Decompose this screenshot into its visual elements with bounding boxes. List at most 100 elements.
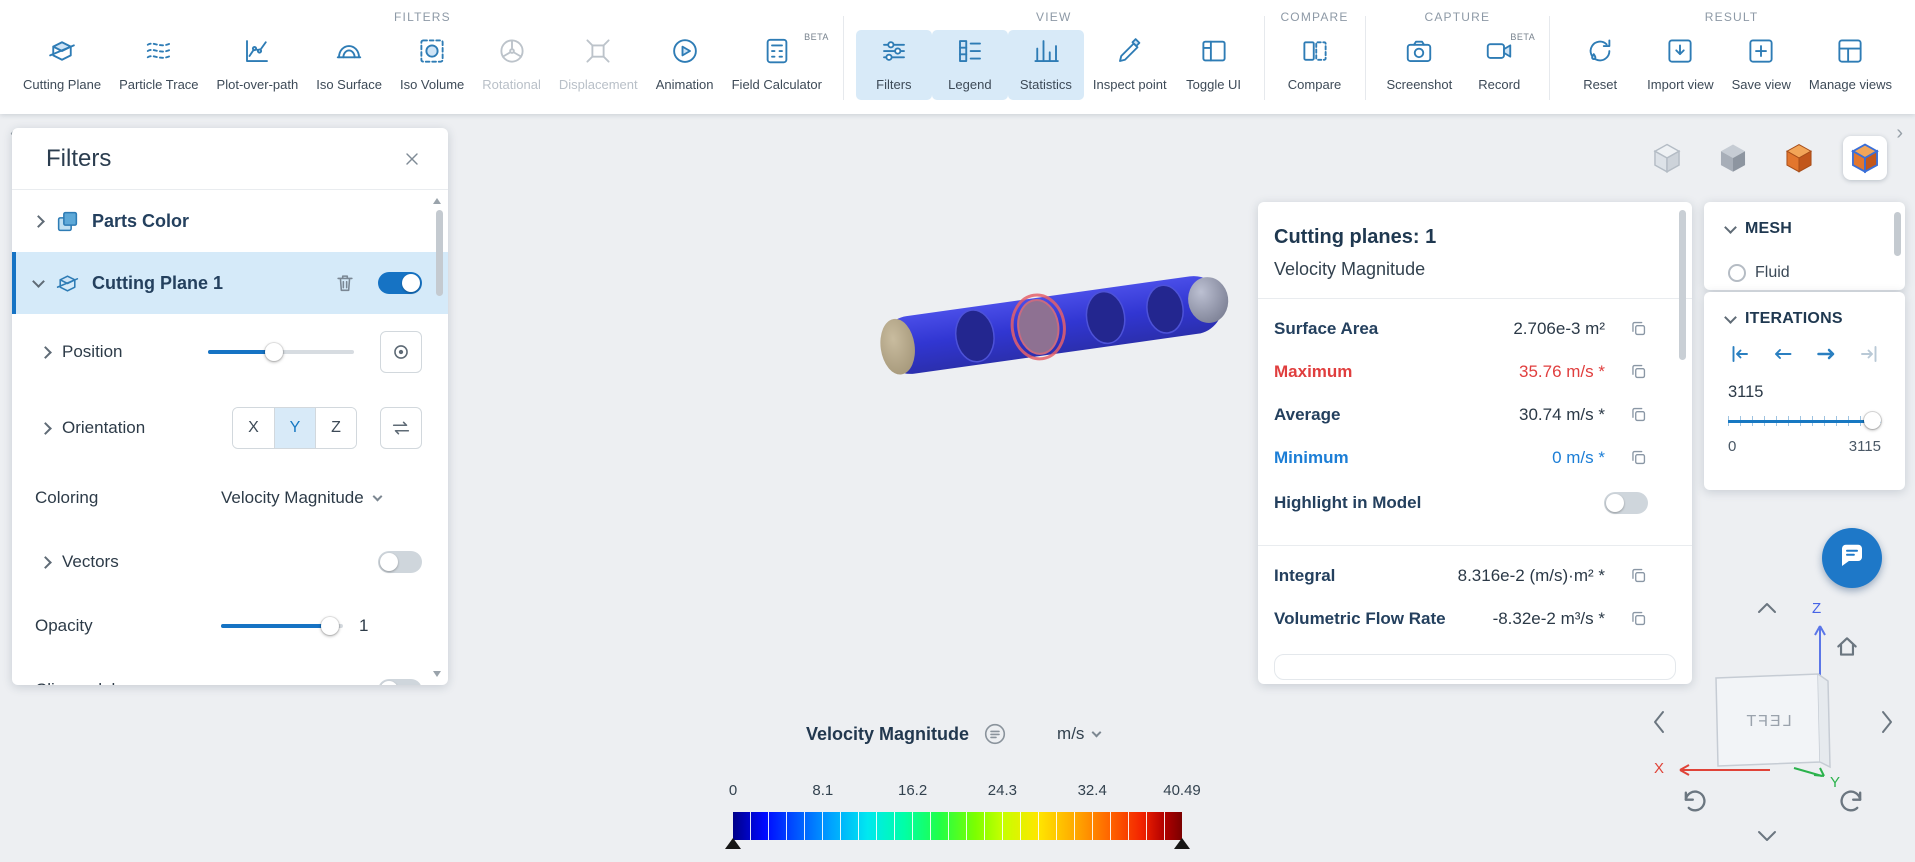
legend-menu-icon[interactable]: [983, 722, 1007, 746]
cutting-plane-toggle[interactable]: [378, 272, 422, 294]
toolbar-item-compare[interactable]: Compare: [1277, 30, 1353, 100]
coloring-dropdown[interactable]: Velocity Magnitude: [221, 488, 393, 508]
stat-value: -8.32e-2 m³/s *: [1492, 608, 1605, 628]
mesh-item-label: Fluid: [1755, 264, 1790, 281]
slider-thumb[interactable]: [264, 343, 283, 361]
toolbar-group-view: VIEW Filters Legend Statistics Inspect p…: [855, 0, 1252, 114]
plot-over-path-icon: [242, 36, 272, 71]
last-iteration-icon[interactable]: [1857, 342, 1881, 371]
trash-icon[interactable]: [334, 272, 356, 294]
rotate-cw-icon[interactable]: [1838, 788, 1866, 816]
scroll-down-icon[interactable]: [433, 671, 441, 677]
iterations-header[interactable]: ITERATIONS: [1704, 292, 1905, 328]
scrollbar-thumb[interactable]: [436, 210, 443, 296]
filters-icon: [879, 36, 909, 71]
toolbar-item-import-view[interactable]: Import view: [1638, 30, 1722, 100]
chat-button[interactable]: [1822, 528, 1882, 588]
next-iteration-icon[interactable]: [1814, 342, 1838, 371]
statistics-panel: Cutting planes: 1 Velocity Magnitude Sur…: [1258, 202, 1692, 684]
highlight-in-model-toggle[interactable]: [1604, 492, 1648, 514]
mesh-item-fluid[interactable]: Fluid: [1704, 264, 1905, 282]
toolbar-item-legend[interactable]: Legend: [931, 30, 1008, 100]
position-slider[interactable]: [208, 343, 354, 361]
position-center-button[interactable]: [380, 331, 422, 373]
orientation-x-button[interactable]: X: [233, 408, 274, 448]
toolbar-item-inspect-point[interactable]: Inspect point: [1084, 30, 1176, 100]
inspect-point-icon: [1115, 36, 1145, 71]
opacity-slider[interactable]: [221, 617, 343, 635]
clip-model-toggle[interactable]: [378, 679, 422, 685]
iteration-slider[interactable]: [1728, 412, 1881, 430]
toolbar-item-toggle-ui[interactable]: Toggle UI: [1176, 30, 1252, 100]
row-opacity: Opacity 1: [12, 594, 448, 658]
toolbar-item-field-calculator[interactable]: BETA Field Calculator: [723, 30, 831, 100]
toolbar-item-save-view[interactable]: Save view: [1723, 30, 1800, 100]
copy-icon[interactable]: [1629, 448, 1648, 467]
rotate-up-icon[interactable]: [1754, 598, 1780, 618]
rotate-left-icon[interactable]: [1650, 708, 1670, 736]
rotate-down-icon[interactable]: [1754, 826, 1780, 846]
mesh-view-icon[interactable]: [1777, 136, 1821, 180]
toolbar-item-manage-views[interactable]: Manage views: [1800, 30, 1901, 100]
toolbar-item-cutting-plane[interactable]: Cutting Plane: [14, 30, 110, 100]
cutting-plane-3d-model[interactable]: [866, 270, 1238, 378]
toolbar-group-label: FILTERS: [394, 10, 451, 24]
row-coloring: Coloring Velocity Magnitude: [12, 466, 448, 530]
copy-icon[interactable]: [1629, 362, 1648, 381]
row-parts-color[interactable]: Parts Color: [12, 190, 448, 252]
rotate-right-icon[interactable]: [1876, 708, 1896, 736]
collapse-right-icon[interactable]: ›: [1896, 122, 1903, 145]
stat-value: 2.706e-3 m²: [1513, 318, 1605, 338]
toolbar-item-filters[interactable]: Filters: [855, 30, 932, 100]
toolbar-item-screenshot[interactable]: Screenshot: [1377, 30, 1461, 100]
row-cutting-plane-1[interactable]: Cutting Plane 1: [12, 252, 448, 314]
toolbar-item-reset[interactable]: Reset: [1562, 30, 1638, 100]
mesh-header[interactable]: MESH: [1704, 202, 1905, 238]
rotate-ccw-icon[interactable]: [1680, 788, 1708, 816]
orientation-z-button[interactable]: Z: [315, 408, 356, 448]
cutting-plane-icon: [55, 271, 80, 296]
toolbar-item-iso-volume[interactable]: Iso Volume: [391, 30, 473, 100]
transparent-view-icon[interactable]: [1645, 136, 1689, 180]
color-scale-bar[interactable]: [733, 812, 1182, 840]
toolbar-item-record[interactable]: BETA Record: [1461, 30, 1537, 100]
toolbar-item-plot-over-path[interactable]: Plot-over-path: [208, 30, 308, 100]
mesh-edges-view-icon[interactable]: [1843, 136, 1887, 180]
toggle-ui-icon: [1199, 36, 1229, 71]
vectors-toggle[interactable]: [378, 551, 422, 573]
toggle-knob: [1606, 494, 1624, 512]
solid-view-icon[interactable]: [1711, 136, 1755, 180]
flip-orientation-button[interactable]: [380, 407, 422, 449]
toolbar-item-iso-surface[interactable]: Iso Surface: [307, 30, 391, 100]
copy-icon[interactable]: [1629, 566, 1648, 585]
mesh-panel: MESH Fluid: [1704, 202, 1905, 290]
first-iteration-icon[interactable]: [1728, 342, 1752, 371]
toolbar-item-statistics[interactable]: Statistics: [1007, 30, 1084, 100]
toolbar-item-animation[interactable]: Animation: [647, 30, 723, 100]
copy-icon[interactable]: [1629, 319, 1648, 338]
range-max-handle[interactable]: [1174, 838, 1190, 849]
slider-thumb[interactable]: [1864, 412, 1881, 429]
toolbar-separator: [1549, 16, 1551, 100]
previous-iteration-icon[interactable]: [1771, 342, 1795, 371]
orientation-y-button[interactable]: Y: [274, 408, 315, 448]
stat-label: Minimum: [1274, 447, 1349, 467]
home-icon[interactable]: [1834, 634, 1860, 660]
scrollbar-thumb[interactable]: [1894, 212, 1901, 256]
stat-row-volumetric-flow-rate: Volumetric Flow Rate -8.32e-2 m³/s *: [1258, 597, 1692, 640]
x-axis-label: X: [1654, 760, 1665, 777]
animation-icon: [670, 36, 700, 71]
legend-unit-dropdown[interactable]: m/s: [1057, 724, 1102, 744]
iso-surface-icon: [334, 36, 364, 71]
toolbar-group-filters: FILTERS Cutting Plane Particle Trace Plo…: [14, 0, 831, 114]
stat-label: Average: [1274, 404, 1341, 424]
copy-icon[interactable]: [1629, 405, 1648, 424]
range-min-handle[interactable]: [725, 838, 741, 849]
scroll-up-icon[interactable]: [433, 198, 441, 204]
scrollbar-thumb[interactable]: [1679, 210, 1686, 360]
toolbar-item-particle-trace[interactable]: Particle Trace: [110, 30, 207, 100]
copy-icon[interactable]: [1629, 609, 1648, 628]
toolbar-separator: [842, 16, 844, 100]
close-icon[interactable]: [402, 149, 422, 169]
slider-thumb[interactable]: [320, 617, 339, 635]
